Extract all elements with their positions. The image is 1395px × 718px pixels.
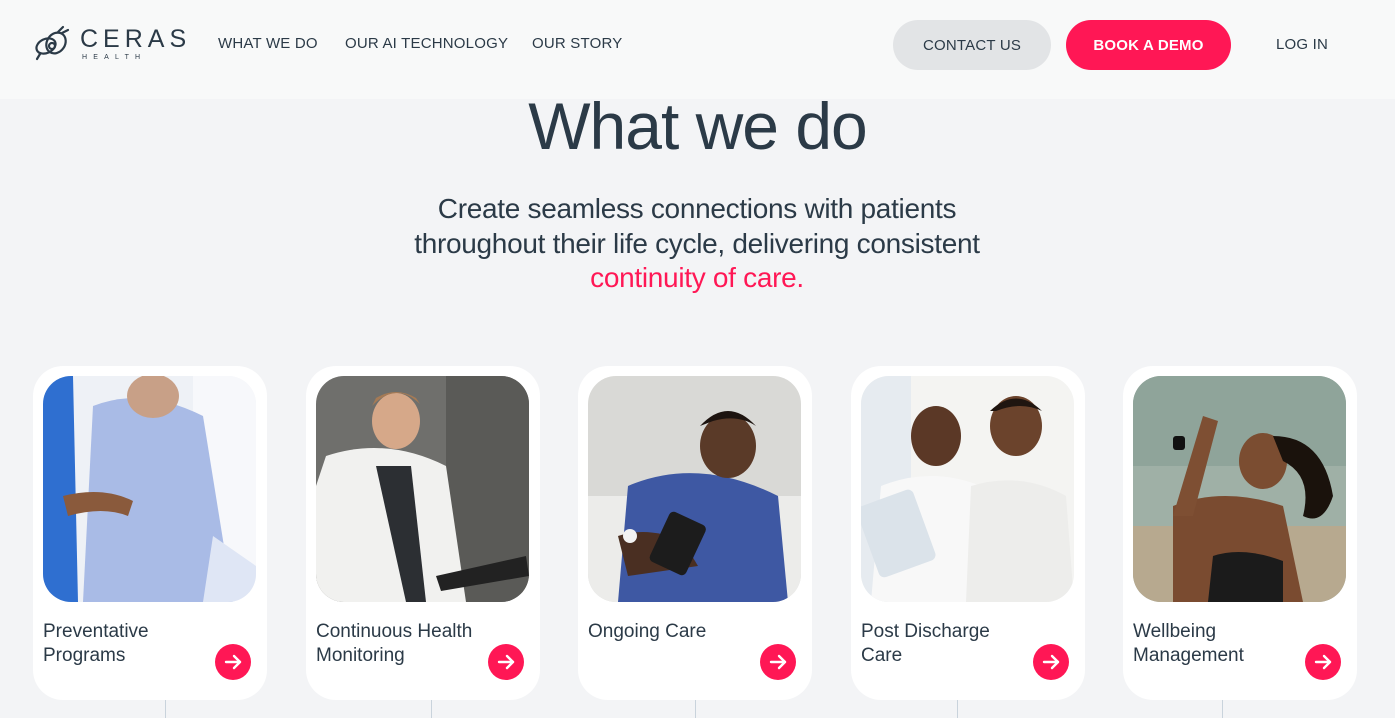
service-card-continuous-health-monitoring[interactable]: Continuous Health Monitoring (306, 366, 540, 700)
service-card-post-discharge-care[interactable]: Post Discharge Care (851, 366, 1085, 700)
card-label: Wellbeing Management (1133, 621, 1244, 666)
card-label: Post Discharge Care (861, 621, 990, 666)
card-label: Ongoing Care (588, 621, 707, 642)
arrow-right-icon[interactable] (1305, 644, 1341, 680)
page-title: What we do (528, 89, 868, 163)
divider-line (957, 700, 958, 718)
divider-line (695, 700, 696, 718)
card-label: Continuous Health Monitoring (316, 621, 473, 666)
hero-subtitle-accent: continuity of care. (590, 262, 804, 293)
divider-line (431, 700, 432, 718)
card-image-doctor-patient (861, 376, 1074, 602)
arrow-right-icon[interactable] (1033, 644, 1069, 680)
card-image-man-phone (588, 376, 801, 602)
brand-tagline: HEALTH (82, 54, 147, 61)
arrow-right-icon[interactable] (760, 644, 796, 680)
nav-link-our-story[interactable]: OUR STORY (532, 35, 622, 52)
top-navbar: CERAS HEALTH WHAT WE DO OUR AI TECHNOLOG… (0, 0, 1395, 99)
divider-line (165, 700, 166, 718)
arrow-right-icon[interactable] (215, 644, 251, 680)
arrow-right-icon[interactable] (488, 644, 524, 680)
divider-line (1222, 700, 1223, 718)
ceras-health-logo[interactable]: CERAS HEALTH (32, 24, 191, 64)
nav-link-our-ai-technology[interactable]: OUR AI TECHNOLOGY (345, 35, 508, 52)
service-card-preventative-programs[interactable]: Preventative Programs (33, 366, 267, 700)
brand-name: CERAS (80, 25, 192, 53)
hero-subtitle-line-1: Create seamless connections with patient… (437, 193, 957, 224)
hero-subtitle-line-2: throughout their life cycle, delivering … (414, 227, 980, 259)
log-in-link[interactable]: LOG IN (1276, 36, 1328, 53)
bee-logo-icon (35, 25, 70, 61)
service-card-wellbeing-management[interactable]: Wellbeing Management (1123, 366, 1357, 700)
card-image-doctor-tablet (316, 376, 529, 602)
card-image-yoga (1133, 376, 1346, 602)
hero-subtitle: Create seamless connections with patient… (347, 192, 1047, 296)
book-a-demo-button[interactable]: BOOK A DEMO (1066, 20, 1231, 70)
service-card-ongoing-care[interactable]: Ongoing Care (578, 366, 812, 700)
card-image-physio (43, 376, 256, 602)
card-label: Preventative Programs (43, 621, 149, 666)
nav-link-what-we-do[interactable]: WHAT WE DO (218, 35, 318, 52)
contact-us-button[interactable]: CONTACT US (893, 20, 1051, 70)
